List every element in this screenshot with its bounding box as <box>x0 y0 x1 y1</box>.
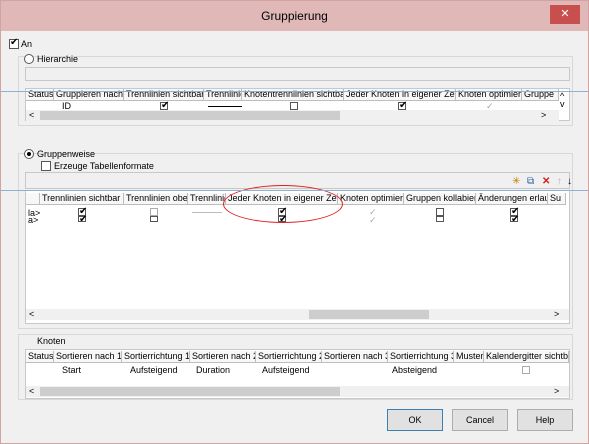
grouping-dialog: Gruppierung ✕ An Hierarchie Status Grupp… <box>0 0 589 444</box>
close-button[interactable]: ✕ <box>550 5 580 24</box>
cell-checkbox[interactable] <box>150 216 158 222</box>
col-header[interactable]: Sortieren nach 2 <box>190 351 256 363</box>
scroll-left-icon[interactable]: < <box>29 309 34 319</box>
title-bar: Gruppierung ✕ <box>1 1 588 31</box>
col-header[interactable]: Sortierrichtung 2 <box>256 351 322 363</box>
move-down-icon[interactable]: ↓ <box>567 177 572 187</box>
hierarchy-toolbar-area <box>25 67 570 81</box>
create-table-formats-checkbox[interactable] <box>41 161 51 171</box>
move-up-icon[interactable]: ↑ <box>557 177 562 187</box>
cell-checkbox[interactable] <box>436 208 444 216</box>
col-header[interactable]: Su <box>548 193 566 205</box>
scroll-right-icon[interactable]: > <box>541 110 546 120</box>
cell-checkbox[interactable] <box>522 366 530 374</box>
col-header[interactable]: Sortierrichtung 3 <box>388 351 454 363</box>
close-icon: ✕ <box>560 8 570 20</box>
cell-disabled-check: ✓ <box>369 215 377 225</box>
nodes-table: Status Sortieren nach 1 Sortierrichtung … <box>25 349 570 399</box>
col-header[interactable]: Gruppen kollabiert <box>404 193 476 205</box>
create-table-formats-label: Erzeuge Tabellenformate <box>54 161 154 171</box>
scrollbar-thumb[interactable] <box>309 310 429 319</box>
col-header[interactable] <box>26 193 40 205</box>
row-lead[interactable]: a> <box>28 216 38 225</box>
col-header[interactable]: Sortieren nach 1 <box>54 351 122 363</box>
guide-line <box>1 91 588 92</box>
hierarchy-table: Status Gruppieren nach Trennlinien sicht… <box>25 88 570 121</box>
enable-checkbox[interactable] <box>9 37 19 49</box>
cell-sort-dir-2[interactable]: Aufsteigend <box>262 366 310 375</box>
horizontal-scrollbar[interactable]: < > <box>26 110 559 121</box>
col-header[interactable]: Muster <box>454 351 484 363</box>
cell-checkbox[interactable] <box>78 214 87 225</box>
col-header[interactable]: Trennlinien sichtbar <box>40 193 124 205</box>
ok-button[interactable]: OK <box>387 409 443 431</box>
cell-checkbox[interactable] <box>290 102 298 110</box>
cell-checkbox[interactable] <box>150 208 158 216</box>
col-header[interactable]: Status <box>26 351 54 363</box>
col-header[interactable]: Sortieren nach 3 <box>322 351 388 363</box>
copy-icon[interactable]: ⧉ <box>527 177 534 187</box>
cell-checkbox[interactable] <box>510 214 519 225</box>
scroll-left-icon[interactable]: < <box>29 110 34 120</box>
scroll-right-icon[interactable]: > <box>554 386 559 396</box>
col-header[interactable]: Kalendergitter sichtbar <box>484 351 569 363</box>
col-header[interactable]: Sortierrichtung 1 <box>122 351 190 363</box>
col-header[interactable]: Knoten optimiert <box>338 193 404 205</box>
cell-sort-by-1[interactable]: Start <box>62 366 81 375</box>
cell-checkbox[interactable] <box>398 100 407 111</box>
cell-sort-dir-1[interactable]: Aufsteigend <box>130 366 178 375</box>
hierarchy-radio[interactable] <box>24 54 34 64</box>
line-style-sample[interactable] <box>208 106 242 107</box>
help-button[interactable]: Help <box>517 409 573 431</box>
guide-line <box>1 190 588 191</box>
scroll-right-icon[interactable]: > <box>554 309 559 319</box>
col-header[interactable]: Änderungen erlaubt <box>476 193 548 205</box>
line-style-sample[interactable] <box>192 212 222 213</box>
groupwise-radio[interactable] <box>24 149 34 159</box>
horizontal-scrollbar[interactable]: < > <box>26 386 569 397</box>
new-row-icon[interactable]: ✳ <box>512 177 520 187</box>
cell-checkbox[interactable] <box>436 216 444 222</box>
cancel-button[interactable]: Cancel <box>452 409 508 431</box>
scrollbar-thumb[interactable] <box>40 111 340 120</box>
hierarchy-label: Hierarchie <box>37 54 79 64</box>
col-header[interactable]: Trennlinie <box>188 193 226 205</box>
nodes-label: Knoten <box>37 336 66 346</box>
delete-icon[interactable]: ✕ <box>542 177 550 187</box>
horizontal-scrollbar[interactable]: < > <box>26 309 569 320</box>
col-header[interactable]: Trennlinien oben <box>124 193 188 205</box>
cell-checkbox[interactable] <box>160 100 169 111</box>
scroll-down-icon[interactable]: v <box>560 99 565 109</box>
dialog-title: Gruppierung <box>261 9 328 23</box>
cell-sort-by-2[interactable]: Duration <box>196 366 230 375</box>
groupwise-label: Gruppenweise <box>37 149 96 159</box>
enable-label: An <box>21 39 33 49</box>
cell-sort-dir-3[interactable]: Absteigend <box>392 366 437 375</box>
scroll-left-icon[interactable]: < <box>29 386 34 396</box>
scrollbar-thumb[interactable] <box>40 387 340 396</box>
